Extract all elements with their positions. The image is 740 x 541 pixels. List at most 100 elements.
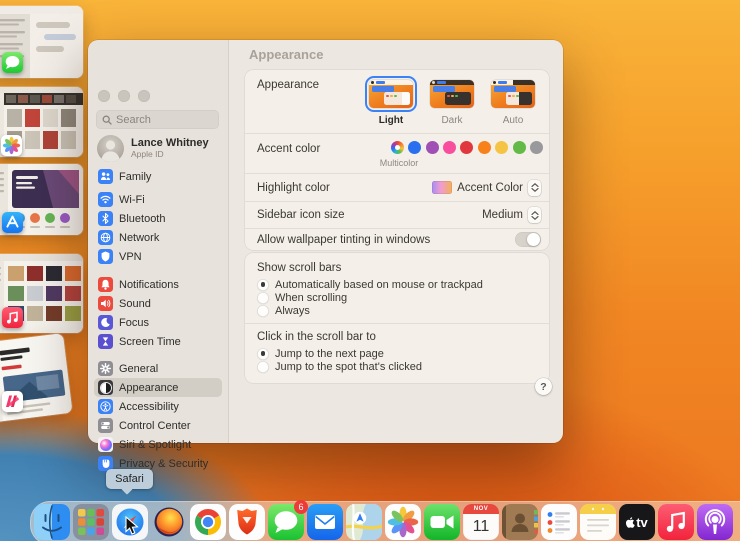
dock-icon-facetime[interactable] [424,504,460,540]
accent-swatch-blue[interactable] [408,141,421,154]
accent-color-swatches [391,141,543,154]
theme-option-dark[interactable]: Dark [426,76,478,126]
sidebar-item-network[interactable]: Network [94,228,222,247]
dock-icon-photos[interactable] [385,504,421,540]
moon-icon [98,315,113,330]
settings-sidebar: Search Lance Whitney Apple ID Family [88,40,229,443]
dock-icon-tv[interactable]: tv [619,504,655,540]
highlight-color-select[interactable]: Accent Color [432,180,541,196]
sidebar-item-appearance[interactable]: Appearance [94,378,222,397]
sidebar-item-siri[interactable]: Siri & Spotlight [94,435,222,454]
dock-icon-messages[interactable]: 6 [268,504,304,540]
dock-icon-maps[interactable] [346,504,382,540]
gear-icon [98,361,113,376]
dock-icon-firefox[interactable] [151,504,187,540]
sidebar-item-bluetooth[interactable]: Bluetooth [94,209,222,228]
accent-selected-caption: Multicolor [376,158,422,168]
theme-option-light[interactable]: Light [365,76,417,126]
radio[interactable] [257,305,269,317]
speaker-icon [98,296,113,311]
accent-swatch-orange[interactable] [478,141,491,154]
sidebar-item-focus[interactable]: Focus [94,313,222,332]
bell-icon [98,277,113,292]
profile-name: Lance Whitney [131,137,209,149]
highlight-color-value: Accent Color [457,182,523,194]
scrollbar-option-always[interactable]: Always [245,304,549,317]
control-center-icon [98,418,113,433]
accent-swatch-pink[interactable] [443,141,456,154]
accent-swatch-yellow[interactable] [495,141,508,154]
search-placeholder: Search [116,114,151,126]
radio-selected[interactable] [257,279,269,291]
minimize-button[interactable] [118,90,130,102]
search-icon [102,115,112,125]
dock-icon-notes[interactable] [580,504,616,540]
dock-icon-brave[interactable] [229,504,265,540]
scroll-click-option-next-page[interactable]: Jump to the next page [245,347,549,360]
sidebar-item-screentime[interactable]: Screen Time [94,332,222,351]
sidebar-icon-size-select[interactable]: Medium [482,207,541,223]
facetime-icon [424,504,460,540]
radio-selected[interactable] [257,348,269,360]
chrome-icon [190,504,226,540]
dock-icon-podcasts[interactable] [697,504,733,540]
desktop: Search Lance Whitney Apple ID Family [0,0,740,541]
theme-label-dark: Dark [441,115,462,126]
sidebar-item-controlcenter[interactable]: Control Center [94,416,222,435]
photos-app-icon[interactable] [1,135,22,156]
theme-label-auto: Auto [503,115,524,126]
wallpaper-tinting-toggle[interactable] [515,232,541,247]
sidebar-item-sound[interactable]: Sound [94,294,222,313]
help-button[interactable]: ? [535,378,552,395]
apple-id-row[interactable]: Lance Whitney Apple ID [97,133,222,163]
bluetooth-icon [98,211,113,226]
photos-icon [385,504,421,540]
accent-swatch-graphite[interactable] [530,141,543,154]
sidebar-item-notifications[interactable]: Notifications [94,275,222,294]
dock-icon-finder[interactable] [34,504,70,540]
highlight-color-swatch [432,181,452,194]
scroll-click-label: Click in the scroll bar to [245,324,549,347]
search-input[interactable]: Search [96,110,219,129]
dock-icon-mail[interactable] [307,504,343,540]
accent-swatch-purple[interactable] [426,141,439,154]
maps-icon [346,504,382,540]
tv-label: tv [636,515,648,530]
scrollbar-option-auto[interactable]: Automatically based on mouse or trackpad [245,278,549,291]
radio[interactable] [257,361,269,373]
appearance-settings-card: Appearance Light [245,70,549,250]
scroll-click-option-spot[interactable]: Jump to the spot that's clicked [245,360,549,373]
highlight-color-stepper[interactable] [528,180,541,196]
news-app-icon[interactable] [2,391,23,412]
dock-icon-calendar[interactable]: NOV 11 [463,504,499,540]
sidebar-item-accessibility[interactable]: Accessibility [94,397,222,416]
dock-icon-contacts[interactable] [502,504,538,540]
window-controls [98,90,150,102]
family-icon [98,169,113,184]
radio[interactable] [257,292,269,304]
dock-icon-launchpad[interactable] [73,504,109,540]
sidebar-icon-size-stepper[interactable] [528,207,541,223]
highlight-color-label: Highlight color [257,182,330,194]
dock-icon-chrome[interactable] [190,504,226,540]
sidebar-item-wifi[interactable]: Wi-Fi [94,190,222,209]
sidebar-item-general[interactable]: General [94,359,222,378]
appstore-app-icon[interactable] [2,212,23,233]
theme-option-auto[interactable]: Auto [487,76,539,126]
sidebar-item-vpn[interactable]: VPN [94,247,222,266]
scrollbar-settings-card: Show scroll bars Automatically based on … [245,253,549,383]
scrollbar-option-when-scrolling[interactable]: When scrolling [245,291,549,304]
accent-swatch-red[interactable] [460,141,473,154]
music-app-icon[interactable] [2,307,23,328]
appearance-icon [98,380,113,395]
zoom-button[interactable] [138,90,150,102]
accent-swatch-multicolor[interactable] [391,141,404,154]
theme-label-light: Light [379,115,403,126]
sidebar-icon-size-row: Sidebar icon size Medium [245,202,549,228]
close-button[interactable] [98,90,110,102]
accent-swatch-green[interactable] [513,141,526,154]
dock-icon-music[interactable] [658,504,694,540]
sidebar-item-family[interactable]: Family [94,167,222,186]
messages-app-icon[interactable] [2,52,23,73]
dock-icon-reminders[interactable] [541,504,577,540]
